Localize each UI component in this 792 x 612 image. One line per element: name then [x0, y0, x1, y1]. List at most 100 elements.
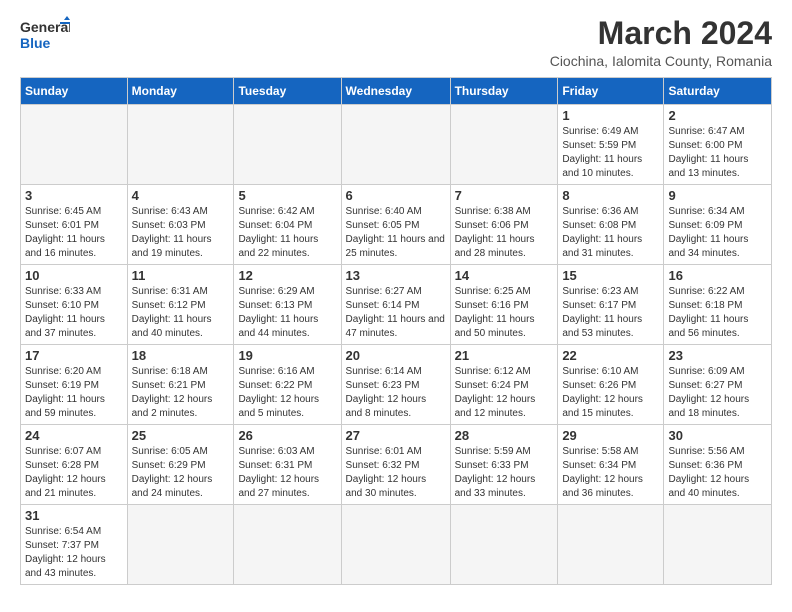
calendar-cell: 4 Sunrise: 6:43 AM Sunset: 6:03 PM Daylig… [127, 185, 234, 265]
day-number: 24 [25, 428, 123, 443]
day-number: 6 [346, 188, 446, 203]
day-number: 25 [132, 428, 230, 443]
calendar-cell [234, 105, 341, 185]
calendar-cell [558, 505, 664, 585]
day-number: 5 [238, 188, 336, 203]
calendar-cell: 14Sunrise: 6:25 AM Sunset: 6:16 PM Dayli… [450, 265, 558, 345]
day-info: Sunrise: 6:31 AM Sunset: 6:12 PM Dayligh… [132, 285, 230, 341]
day-number: 27 [346, 428, 446, 443]
day-number: 18 [132, 348, 230, 363]
calendar-cell [21, 105, 128, 185]
calendar-cell [450, 105, 558, 185]
calendar-cell [664, 505, 772, 585]
svg-text:Blue: Blue [20, 35, 51, 51]
logo-svg: General Blue [20, 16, 70, 52]
calendar-week-row: 1Sunrise: 6:49 AM Sunset: 5:59 PM Daylig… [21, 105, 772, 185]
day-number: 8 [562, 188, 659, 203]
col-monday: Monday [127, 78, 234, 105]
day-number: 30 [668, 428, 767, 443]
calendar-cell: 13 Sunrise: 6:27 AM Sunset: 6:14 PM Dayli… [341, 265, 450, 345]
day-info: Sunrise: 6:20 AM Sunset: 6:19 PM Dayligh… [25, 365, 123, 421]
col-friday: Friday [558, 78, 664, 105]
day-info: Sunrise: 6:45 AM Sunset: 6:01 PM Dayligh… [25, 205, 123, 261]
day-number: 21 [455, 348, 554, 363]
day-number: 14 [455, 268, 554, 283]
day-number: 3 [25, 188, 123, 203]
calendar-cell: 5 Sunrise: 6:42 AM Sunset: 6:04 PM Daylig… [234, 185, 341, 265]
calendar-table: Sunday Monday Tuesday Wednesday Thursday… [20, 77, 772, 585]
calendar-cell: 17 Sunrise: 6:20 AM Sunset: 6:19 PM Dayli… [21, 345, 128, 425]
day-info: Sunrise: 6:03 AM Sunset: 6:31 PM Dayligh… [238, 445, 336, 501]
day-number: 17 [25, 348, 123, 363]
calendar-cell: 11 Sunrise: 6:31 AM Sunset: 6:12 PM Dayli… [127, 265, 234, 345]
calendar-cell: 26 Sunrise: 6:03 AM Sunset: 6:31 PM Dayli… [234, 425, 341, 505]
calendar-page: General Blue March 2024 Ciochina, Ialomi… [0, 0, 792, 601]
day-info: Sunrise: 6:40 AM Sunset: 6:05 PM Dayligh… [346, 205, 446, 261]
calendar-cell: 20Sunrise: 6:14 AM Sunset: 6:23 PM Dayli… [341, 345, 450, 425]
day-number: 15 [562, 268, 659, 283]
calendar-week-row: 3 Sunrise: 6:45 AM Sunset: 6:01 PM Daylig… [21, 185, 772, 265]
calendar-cell: 24 Sunrise: 6:07 AM Sunset: 6:28 PM Dayli… [21, 425, 128, 505]
day-info: Sunrise: 5:58 AM Sunset: 6:34 PM Dayligh… [562, 445, 659, 501]
calendar-cell: 3 Sunrise: 6:45 AM Sunset: 6:01 PM Daylig… [21, 185, 128, 265]
calendar-cell: 22Sunrise: 6:10 AM Sunset: 6:26 PM Dayli… [558, 345, 664, 425]
day-number: 10 [25, 268, 123, 283]
day-info: Sunrise: 6:42 AM Sunset: 6:04 PM Dayligh… [238, 205, 336, 261]
day-info: Sunrise: 6:27 AM Sunset: 6:14 PM Dayligh… [346, 285, 446, 341]
calendar-cell: 8 Sunrise: 6:36 AM Sunset: 6:08 PM Daylig… [558, 185, 664, 265]
day-info: Sunrise: 6:22 AM Sunset: 6:18 PM Dayligh… [668, 285, 767, 341]
day-info: Sunrise: 6:38 AM Sunset: 6:06 PM Dayligh… [455, 205, 554, 261]
day-info: Sunrise: 6:29 AM Sunset: 6:13 PM Dayligh… [238, 285, 336, 341]
calendar-cell: 16Sunrise: 6:22 AM Sunset: 6:18 PM Dayli… [664, 265, 772, 345]
calendar-cell [341, 105, 450, 185]
day-number: 29 [562, 428, 659, 443]
day-info: Sunrise: 6:36 AM Sunset: 6:08 PM Dayligh… [562, 205, 659, 261]
svg-text:General: General [20, 19, 70, 35]
day-info: Sunrise: 5:56 AM Sunset: 6:36 PM Dayligh… [668, 445, 767, 501]
day-info: Sunrise: 6:54 AM Sunset: 7:37 PM Dayligh… [25, 525, 123, 581]
day-number: 19 [238, 348, 336, 363]
calendar-cell: 15Sunrise: 6:23 AM Sunset: 6:17 PM Dayli… [558, 265, 664, 345]
day-number: 2 [668, 108, 767, 123]
day-number: 13 [346, 268, 446, 283]
calendar-cell: 29 Sunrise: 5:58 AM Sunset: 6:34 PM Dayli… [558, 425, 664, 505]
calendar-cell: 31Sunrise: 6:54 AM Sunset: 7:37 PM Dayli… [21, 505, 128, 585]
calendar-cell: 30 Sunrise: 5:56 AM Sunset: 6:36 PM Dayli… [664, 425, 772, 505]
calendar-cell: 21 Sunrise: 6:12 AM Sunset: 6:24 PM Dayli… [450, 345, 558, 425]
calendar-cell [127, 105, 234, 185]
calendar-cell [127, 505, 234, 585]
day-number: 20 [346, 348, 446, 363]
calendar-week-row: 10 Sunrise: 6:33 AM Sunset: 6:10 PM Dayli… [21, 265, 772, 345]
logo: General Blue [20, 16, 70, 52]
day-info: Sunrise: 6:01 AM Sunset: 6:32 PM Dayligh… [346, 445, 446, 501]
location: Ciochina, Ialomita County, Romania [550, 53, 772, 69]
day-info: Sunrise: 6:07 AM Sunset: 6:28 PM Dayligh… [25, 445, 123, 501]
day-info: Sunrise: 6:33 AM Sunset: 6:10 PM Dayligh… [25, 285, 123, 341]
day-info: Sunrise: 6:09 AM Sunset: 6:27 PM Dayligh… [668, 365, 767, 421]
col-thursday: Thursday [450, 78, 558, 105]
calendar-cell [450, 505, 558, 585]
day-number: 1 [562, 108, 659, 123]
day-number: 28 [455, 428, 554, 443]
calendar-week-row: 31Sunrise: 6:54 AM Sunset: 7:37 PM Dayli… [21, 505, 772, 585]
calendar-cell: 2Sunrise: 6:47 AM Sunset: 6:00 PM Daylig… [664, 105, 772, 185]
day-number: 12 [238, 268, 336, 283]
calendar-cell: 25Sunrise: 6:05 AM Sunset: 6:29 PM Dayli… [127, 425, 234, 505]
day-number: 11 [132, 268, 230, 283]
calendar-cell: 27 Sunrise: 6:01 AM Sunset: 6:32 PM Dayli… [341, 425, 450, 505]
title-block: March 2024 Ciochina, Ialomita County, Ro… [550, 16, 772, 69]
calendar-week-row: 17 Sunrise: 6:20 AM Sunset: 6:19 PM Dayli… [21, 345, 772, 425]
col-wednesday: Wednesday [341, 78, 450, 105]
day-number: 4 [132, 188, 230, 203]
day-info: Sunrise: 6:18 AM Sunset: 6:21 PM Dayligh… [132, 365, 230, 421]
day-info: Sunrise: 6:12 AM Sunset: 6:24 PM Dayligh… [455, 365, 554, 421]
calendar-cell [234, 505, 341, 585]
calendar-cell: 12 Sunrise: 6:29 AM Sunset: 6:13 PM Dayli… [234, 265, 341, 345]
day-number: 26 [238, 428, 336, 443]
calendar-cell: 10 Sunrise: 6:33 AM Sunset: 6:10 PM Dayli… [21, 265, 128, 345]
day-number: 7 [455, 188, 554, 203]
day-info: Sunrise: 6:10 AM Sunset: 6:26 PM Dayligh… [562, 365, 659, 421]
calendar-week-row: 24 Sunrise: 6:07 AM Sunset: 6:28 PM Dayli… [21, 425, 772, 505]
day-info: Sunrise: 6:43 AM Sunset: 6:03 PM Dayligh… [132, 205, 230, 261]
calendar-cell: 18 Sunrise: 6:18 AM Sunset: 6:21 PM Dayli… [127, 345, 234, 425]
